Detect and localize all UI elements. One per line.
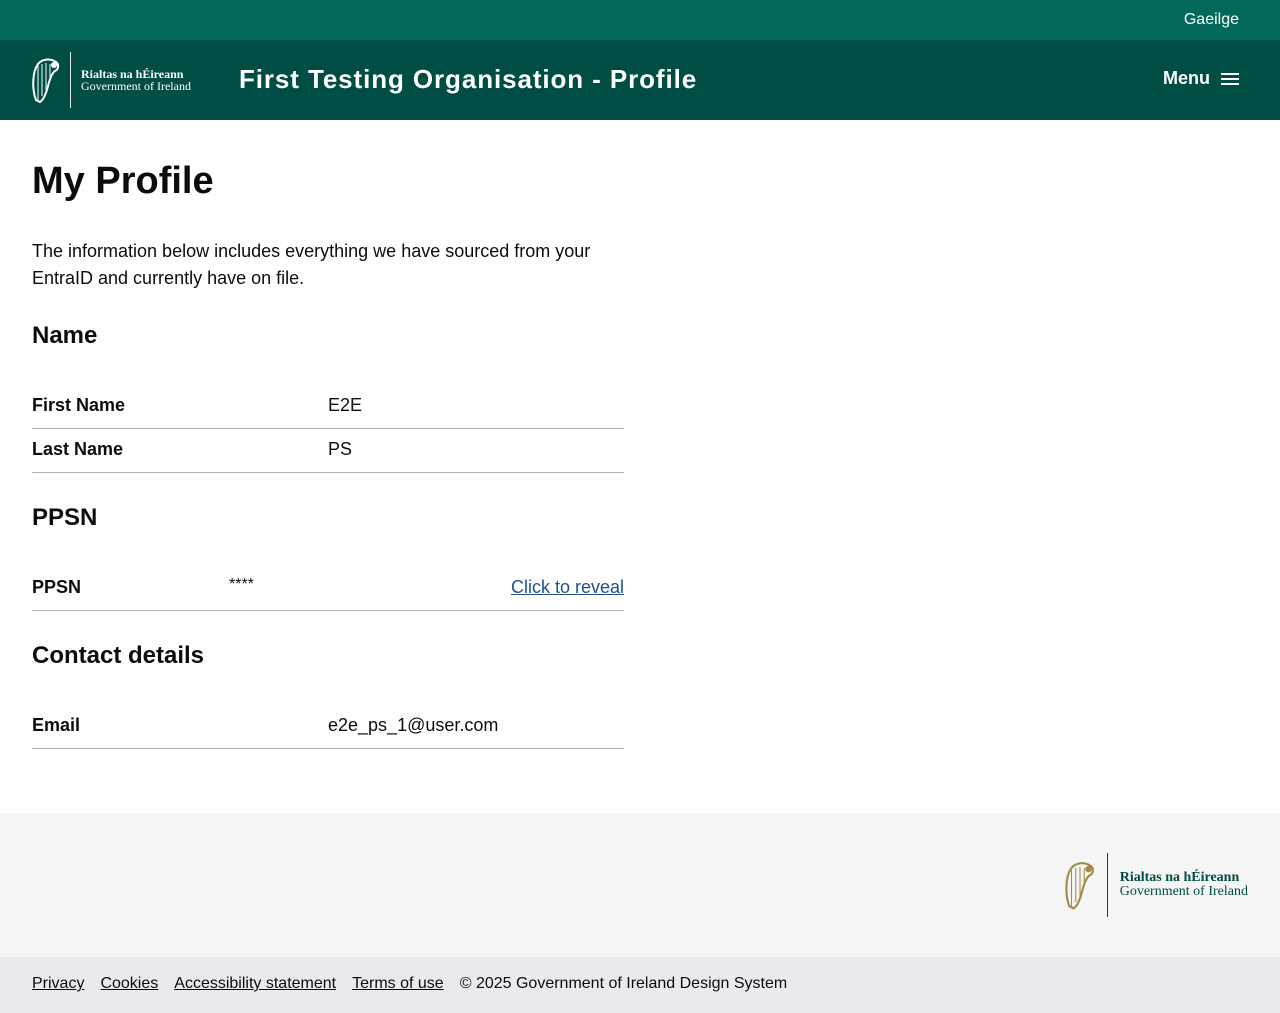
footer-logo-english-text: Government of Ireland xyxy=(1119,884,1248,899)
row-label: PPSN xyxy=(32,577,82,597)
intro-paragraph: The information below includes everythin… xyxy=(32,241,591,288)
reveal-ppsn-link[interactable]: Click to reveal xyxy=(511,577,624,598)
name-section-heading: Name xyxy=(32,322,98,349)
language-bar: Gaeilge xyxy=(0,0,1280,40)
row-label: Email xyxy=(32,715,81,735)
ppsn-masked-value: **** xyxy=(229,576,254,593)
menu-label: Menu xyxy=(1163,68,1210,88)
footer-link-privacy[interactable]: Privacy xyxy=(32,975,84,993)
logo-english-text: Government of Ireland xyxy=(81,79,191,93)
footer-links: Privacy Cookies Accessibility statement … xyxy=(32,975,787,993)
footer-link-terms[interactable]: Terms of use xyxy=(352,975,444,993)
row-label: Last Name xyxy=(32,439,124,459)
menu-button[interactable]: Menu xyxy=(1163,68,1240,89)
footer-government-logo[interactable]: Rialtas na hÉireann Government of Irelan… xyxy=(1063,853,1248,917)
site-header: Rialtas na hÉireann Government of Irelan… xyxy=(0,40,1280,120)
summary-row-last-name: Last Name PS xyxy=(32,429,624,473)
summary-row-first-name: First Name E2E xyxy=(32,385,624,429)
government-logo[interactable]: Rialtas na hÉireann Government of Irelan… xyxy=(30,52,191,108)
row-value: E2E xyxy=(328,395,363,415)
footer-bottom-bar: Privacy Cookies Accessibility statement … xyxy=(0,957,1280,1013)
logo-divider xyxy=(70,52,71,108)
footer-logo-irish-text: Rialtas na hÉireann xyxy=(1119,870,1240,885)
contact-section-heading: Contact details xyxy=(32,642,205,669)
summary-row-email: Email e2e_ps_1@user.com xyxy=(32,705,624,749)
hamburger-icon xyxy=(1220,71,1240,87)
footer-link-accessibility[interactable]: Accessibility statement xyxy=(174,975,336,993)
summary-row-ppsn: PPSN **** Click to reveal xyxy=(32,567,624,611)
harp-icon xyxy=(32,58,60,104)
footer-link-cookies[interactable]: Cookies xyxy=(100,975,158,993)
page-title: My Profile xyxy=(32,160,214,202)
row-label: First Name xyxy=(32,395,126,415)
harp-icon xyxy=(1065,862,1094,910)
ppsn-section-heading: PPSN xyxy=(32,504,98,531)
site-title: First Testing Organisation - Profile xyxy=(239,64,698,94)
footer-logo-text: Rialtas na hÉireann Government of Irelan… xyxy=(1120,871,1248,899)
language-toggle-link[interactable]: Gaeilge xyxy=(1184,11,1239,29)
logo-divider xyxy=(1106,853,1108,917)
logo-text: Rialtas na hÉireann Government of Irelan… xyxy=(81,68,191,92)
row-value: e2e_ps_1@user.com xyxy=(328,715,499,735)
copyright-text: © 2025 Government of Ireland Design Syst… xyxy=(459,975,788,992)
row-value: PS xyxy=(328,439,353,459)
footer-main: Rialtas na hÉireann Government of Irelan… xyxy=(0,813,1280,957)
